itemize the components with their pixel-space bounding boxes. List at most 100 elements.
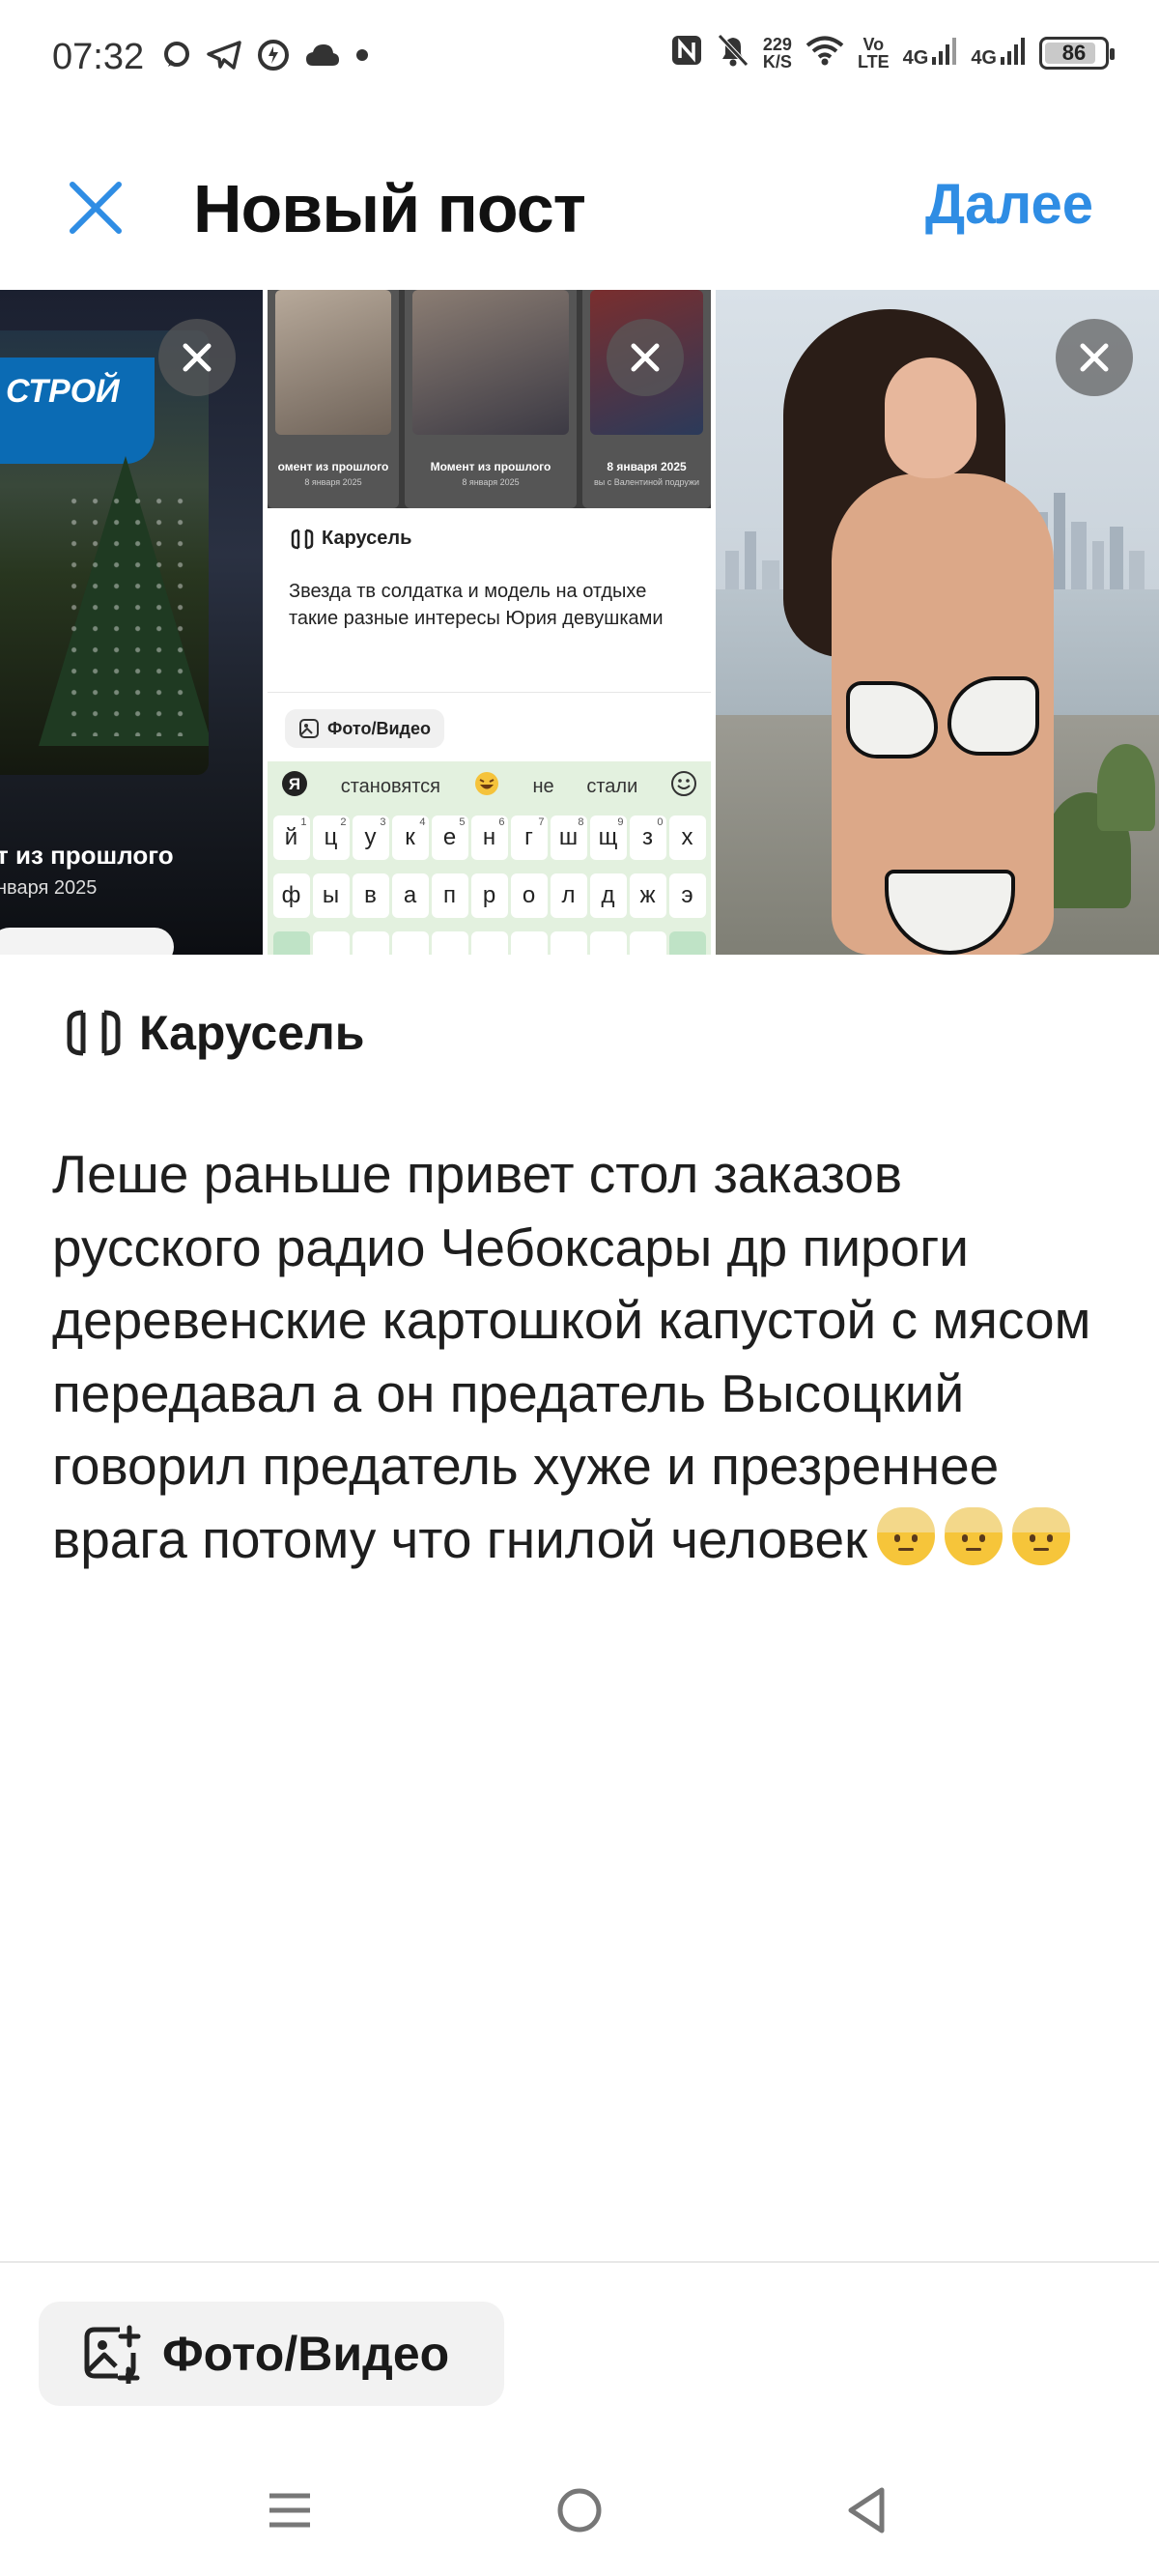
story-date: вы с Валентиной подружи [593, 477, 700, 487]
mini-carousel-text: Карусель [322, 528, 412, 549]
keyboard-key [312, 931, 350, 955]
keyboard-key [550, 931, 587, 955]
carousel-icon [67, 1010, 121, 1056]
emoji-icon [670, 770, 697, 803]
keyboard-key: з0 [629, 816, 666, 860]
keyboard-key: р [470, 873, 508, 918]
keyboard-key: ф [272, 873, 310, 918]
mini-carousel-label: Карусель [291, 528, 411, 550]
telegram-icon [207, 41, 241, 70]
battery-icon: 86 [1039, 36, 1115, 70]
mini-post-text: Звезда тв солдатка и модель на отдыхе та… [289, 581, 664, 629]
battery-percent: 86 [1061, 40, 1087, 65]
sim1-network-type: 4G [902, 47, 929, 69]
older-person-emoji-icon [1012, 1506, 1071, 1565]
media-thumbnail-2[interactable]: омент из прошлого 8 января 2025 Момент и… [268, 290, 711, 955]
post-text-input[interactable]: Леше раньше привет стол заказов русского… [52, 1138, 1124, 1576]
story-date: 8 января 2025 [304, 477, 362, 487]
post-emojis [867, 1506, 1071, 1569]
mini-divider [268, 692, 711, 693]
older-person-emoji-icon [945, 1506, 1004, 1565]
keyboard-key [272, 931, 310, 955]
thumbnail-caption-date: нваря 2025 [0, 877, 98, 899]
story-caption: омент из прошлого [277, 460, 389, 473]
keyboard-row-2: фывапролджэ [268, 873, 711, 918]
dot-icon [355, 48, 369, 62]
store-sign-text: СТРОЙ [6, 373, 120, 410]
signal-icon [1001, 36, 1026, 70]
story-image [275, 290, 391, 435]
add-photo-video-label: Фото/Видео [162, 2327, 450, 2381]
keyboard-key: ж [629, 873, 666, 918]
remove-media-button[interactable] [607, 319, 684, 396]
yandex-icon: Я [281, 770, 308, 803]
mini-photo-chip: Фото/Видео [285, 709, 444, 748]
keyboard-key: п [431, 873, 468, 918]
story-image [412, 290, 569, 435]
keyboard-key [391, 931, 429, 955]
keyboard-key-number: 4 [419, 816, 426, 828]
sim1-signal: 4G [903, 36, 958, 70]
keyboard-suggestions: Я становятся не стали [268, 761, 711, 812]
story-preview: омент из прошлого 8 января 2025 [268, 290, 399, 508]
volte-bottom: LTE [857, 51, 890, 72]
keyboard-key: д [589, 873, 627, 918]
keyboard-key [589, 931, 627, 955]
thumbnail-pill [0, 928, 174, 955]
remove-media-button[interactable] [1056, 319, 1133, 396]
tree-lights [68, 495, 184, 736]
photo-person-face [885, 358, 976, 478]
remove-media-button[interactable] [158, 319, 236, 396]
keyboard-key [431, 931, 468, 955]
keyboard-row-3 [268, 931, 711, 955]
media-carousel-strip[interactable]: СТРОЙ т из прошлого нваря 2025 омент из … [0, 290, 1159, 955]
system-navigation-bar [0, 2470, 1159, 2551]
next-button[interactable]: Далее [925, 172, 1093, 237]
close-icon [70, 182, 122, 234]
recents-button[interactable] [249, 2470, 330, 2551]
keyboard-key-number: 8 [578, 816, 584, 828]
keyboard-key-letter: х [681, 824, 693, 850]
close-button[interactable] [60, 172, 131, 243]
close-icon [1080, 343, 1109, 372]
keyboard-key-letter: е [442, 824, 457, 850]
keyboard-key [668, 931, 706, 955]
carousel-toggle[interactable]: Карусель [66, 1005, 365, 1061]
keyboard-key: е5 [431, 816, 468, 860]
keyboard-key-number: 1 [300, 816, 307, 828]
keyboard-key-letter: щ [598, 824, 618, 850]
keyboard-key [629, 931, 666, 955]
keyboard-row-1: й1ц2у3к4е5н6г7ш8щ9з0х [268, 816, 711, 860]
system-indicators: 229 K/S Vo LTE 4G 4G 86 [670, 33, 1115, 72]
keyboard-key: у3 [352, 816, 389, 860]
close-icon [631, 343, 660, 372]
sim2-signal: 4G [971, 36, 1026, 70]
back-button[interactable] [827, 2470, 908, 2551]
page-title: Новый пост [193, 171, 586, 246]
network-speed: 229 K/S [763, 36, 792, 71]
status-time: 07:32 [52, 37, 145, 77]
home-button[interactable] [539, 2470, 620, 2551]
keyboard-key [470, 931, 508, 955]
keyboard-key: ы [312, 873, 350, 918]
keyboard-key: й1 [272, 816, 310, 860]
add-photo-icon [299, 719, 319, 738]
media-thumbnail-3[interactable] [716, 290, 1159, 955]
keyboard-key [352, 931, 389, 955]
keyboard-key: х [668, 816, 706, 860]
keyboard-key: а [391, 873, 429, 918]
add-photo-icon [84, 2325, 141, 2384]
keyboard-key-letter: з [641, 824, 653, 850]
keyboard-key: щ9 [589, 816, 627, 860]
keyboard-key-letter: н [482, 824, 496, 850]
volte-top: Vo [862, 34, 885, 54]
media-thumbnail-1[interactable]: СТРОЙ т из прошлого нваря 2025 [0, 290, 263, 955]
add-photo-video-button[interactable]: Фото/Видео [39, 2302, 504, 2406]
status-bar: 07:32 229 K/S Vo LTE 4G 4G 86 [0, 0, 1159, 116]
suggestion-word: не [532, 775, 554, 797]
network-speed-value: 229 [762, 34, 792, 54]
volte-indicator: Vo LTE [858, 36, 890, 71]
wifi-icon [806, 35, 844, 71]
carousel-label: Карусель [139, 1006, 365, 1060]
top-app-bar: Новый пост Далее [0, 145, 1159, 271]
